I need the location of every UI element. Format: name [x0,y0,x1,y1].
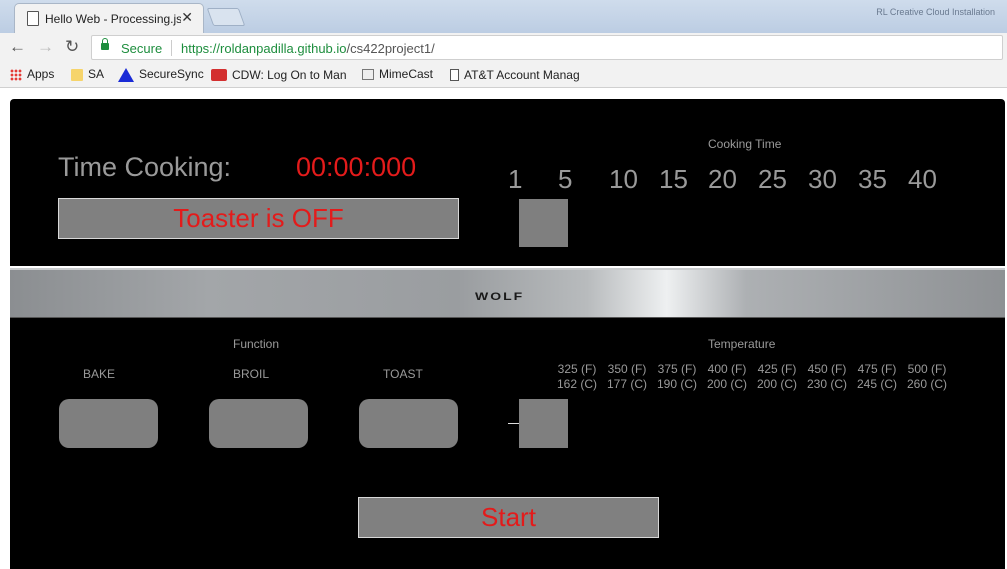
broil-label: BROIL [233,367,270,381]
bookmark-label: CDW: Log On to Man [232,67,347,82]
cooking-time-option-40[interactable]: 40 [908,164,937,195]
temperature-slider-track [508,423,519,424]
bookmark-att[interactable]: AT&T Account Manag [450,67,582,82]
bookmark-cdw[interactable]: CDW: Log On to Man [211,67,350,82]
tab-title: Hello Web - Processing.js [45,12,181,26]
temperature-option-400[interactable]: 400 (F) 200 (C) [707,362,747,392]
mimecast-icon [362,69,374,81]
cdw-icon [211,68,227,81]
toaster-status-display: Toaster is OFF [58,198,459,239]
temp-f: 375 (F) [657,362,697,376]
temp-c: 200 (C) [707,377,748,391]
temp-f: 450 (F) [807,362,847,376]
cooking-time-option-25[interactable]: 25 [758,164,787,195]
temperature-option-425[interactable]: 425 (F) 200 (C) [757,362,797,392]
triangle-icon [118,67,134,82]
toast-label: TOAST [383,367,423,381]
time-cooking-value: 00:00:000 [296,152,417,182]
bake-button[interactable] [59,399,158,448]
bookmark-label: Apps [27,67,55,81]
temp-c: 230 (C) [807,377,848,391]
address-separator [171,40,172,56]
apps-grid-icon [10,68,22,81]
start-button[interactable]: Start [358,497,659,538]
temperature-option-500[interactable]: 500 (F) 260 (C) [907,362,947,392]
temp-f: 350 (F) [607,362,647,376]
bookmark-securesync[interactable]: SecureSync [118,67,204,82]
cooking-time-option-5[interactable]: 5 [558,164,572,195]
temperature-option-350[interactable]: 350 (F) 177 (C) [607,362,647,392]
bookmark-apps[interactable]: Apps [10,67,54,81]
temp-f: 475 (F) [857,362,897,376]
lock-icon [101,38,109,50]
temp-f: 325 (F) [557,362,597,376]
temp-f: 425 (F) [757,362,797,376]
bookmark-label: SA [88,67,105,81]
temp-f: 500 (F) [907,362,947,376]
time-cooking-label: Time Cooking: [58,152,232,182]
cooking-time-option-1[interactable]: 1 [508,164,522,195]
bookmark-mimecast[interactable]: MimeCast [362,67,433,81]
toast-button[interactable] [359,399,458,448]
temperature-option-325[interactable]: 325 (F) 162 (C) [557,362,597,392]
url-path: /cs422project1/ [346,41,435,56]
bookmark-label: SecureSync [139,67,204,81]
temperature-option-375[interactable]: 375 (F) 190 (C) [657,362,697,392]
back-arrow-icon[interactable]: ← [9,37,26,57]
temperature-slider-handle[interactable] [519,399,568,448]
toaster-status-text: Toaster is OFF [173,203,344,233]
cooking-time-option-10[interactable]: 10 [609,164,638,195]
bookmarks-bar: Apps SA SecureSync CDW: Log On to Man Mi… [0,63,1007,88]
reload-icon[interactable]: ↻ [65,37,79,57]
cooking-time-option-30[interactable]: 30 [808,164,837,195]
forward-arrow-icon[interactable]: → [37,37,54,57]
cooking-time-option-20[interactable]: 20 [708,164,737,195]
bake-label: BAKE [83,367,116,381]
browser-tabstrip: Hello Web - Processing.js ✕ RL Creative … [0,0,1007,33]
bookmark-label: MimeCast [379,67,434,81]
temp-c: 245 (C) [857,377,898,391]
address-bar[interactable]: Secure https://roldanpadilla.github.io/c… [91,35,1003,60]
url-base: https://roldanpadilla.github.io [181,41,347,56]
cooking-time-option-35[interactable]: 35 [858,164,887,195]
temp-c: 260 (C) [907,377,948,391]
temp-f: 400 (F) [707,362,747,376]
function-label: Function [233,337,280,351]
folder-icon [71,68,83,81]
browser-toolbar: ← → ↻ Secure https://roldanpadilla.githu… [0,33,1007,63]
temp-c: 190 (C) [657,377,698,391]
broil-button[interactable] [209,399,308,448]
browser-tab[interactable]: Hello Web - Processing.js ✕ [14,3,204,33]
close-tab-icon[interactable]: ✕ [181,9,193,26]
temperature-option-475[interactable]: 475 (F) 245 (C) [857,362,897,392]
cooking-time-label: Cooking Time [708,137,782,151]
page-icon [27,11,39,26]
secure-label: Secure [121,41,163,56]
wolf-logo: WOLF [475,289,525,303]
page-icon [450,68,459,81]
temperature-label: Temperature [708,337,776,351]
temp-c: 200 (C) [757,377,798,391]
new-tab-button[interactable] [206,8,246,26]
bookmark-label: AT&T Account Manag [464,67,580,82]
cooking-time-slider-handle[interactable] [519,199,568,247]
temperature-option-450[interactable]: 450 (F) 230 (C) [807,362,847,392]
bookmark-sa[interactable]: SA [71,67,104,81]
start-button-label: Start [481,502,536,532]
cooking-time-option-15[interactable]: 15 [659,164,688,195]
profile-hint: RL Creative Cloud Installation [876,7,995,17]
url-text: https://roldanpadilla.github.io/cs422pro… [181,41,435,56]
temp-c: 162 (C) [557,377,598,391]
temp-c: 177 (C) [607,377,648,391]
